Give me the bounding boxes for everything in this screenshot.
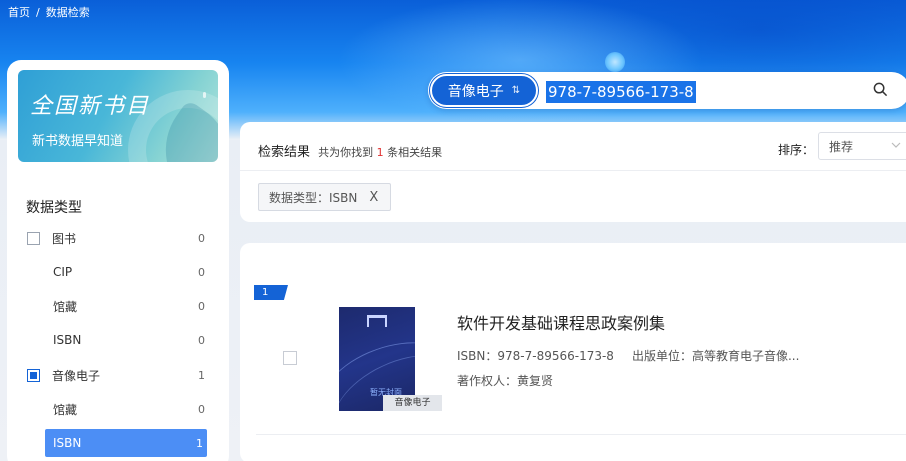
result-card: 1 暂无封面 音像电子 软件开发基础课程思政案例集 ISBN：978-7-895… [240,243,906,461]
filter-item-label: ISBN [53,436,82,450]
results-title: 检索结果 [258,145,311,160]
breadcrumb: 首页 / 数据检索 [8,4,90,20]
filter-checkbox[interactable] [27,231,40,245]
breadcrumb-home[interactable]: 首页 [8,4,30,20]
filter-item-count: 0 [198,402,205,416]
book-isbn: ISBN：978-7-89566-173-8 [457,349,614,363]
promo-logo: 全国新书目 [30,94,151,119]
filter-item-count: 0 [198,333,205,347]
search-input-wrap: 978-7-89566-173-8 [546,78,866,103]
search-type-select[interactable]: 音像电子 ⇅ [430,74,538,107]
filter-item-label: CIP [53,265,73,279]
filter-item-av-isbn[interactable]: ISBN 1 [45,429,207,457]
results-header: 检索结果 共为你找到 1 条相关结果 排序： 推荐 数据类型：ISBN X [240,122,906,222]
result-checkbox[interactable] [283,351,297,365]
search-bar: 音像电子 ⇅ 978-7-89566-173-8 [428,72,906,109]
promo-banner[interactable]: 全国新书目 新书数据早知道 [18,70,218,162]
filter-heading: 数据类型 [26,200,82,216]
search-icon[interactable] [873,82,888,101]
results-title-line: 检索结果 共为你找到 1 条相关结果 [258,141,442,160]
results-count: 1 [376,146,384,159]
cover-type-tag: 音像电子 [383,395,442,411]
filter-item-book-cip[interactable]: CIP 0 [17,258,219,286]
filter-sidebar: 全国新书目 新书数据早知道 数据类型 图书 0 CIP 0 馆藏 0 ISBN … [7,60,229,461]
filter-item-count: 0 [198,299,205,313]
filter-item-label: ISBN [53,333,82,347]
book-title[interactable]: 软件开发基础课程思政案例集 [457,310,665,334]
active-filter-label: 数据类型：ISBN [269,190,358,205]
filter-item-label: 音像电子 [52,368,101,383]
filter-item-av-holdings[interactable]: 馆藏 0 [17,395,219,423]
swap-icon: ⇅ [511,85,521,96]
search-type-label: 音像电子 [447,83,504,100]
sort-label: 排序： [778,143,815,157]
book-author: 著作权人：黄复贤 [457,374,554,388]
breadcrumb-separator: / [36,5,40,19]
filter-item-count: 0 [198,231,205,245]
filter-item-label: 馆藏 [53,299,78,314]
book-publisher: 出版单位：高等教育电子音像... [631,349,800,363]
filter-item-label: 馆藏 [53,402,78,417]
results-summary: 共为你找到 1 条相关结果 [318,146,442,159]
close-icon[interactable]: X [369,190,378,205]
filter-item-book[interactable]: 图书 0 [17,224,219,252]
filter-checkbox[interactable] [27,368,40,382]
filter-item-count: 1 [198,368,205,382]
search-input-selected-text: 978-7-89566-173-8 [546,80,696,103]
filter-item-book-isbn[interactable]: ISBN 0 [17,326,219,354]
filter-item-book-holdings[interactable]: 馆藏 0 [17,292,219,320]
result-index-badge: 1 [254,285,288,300]
filter-item-count: 1 [196,436,203,450]
cover-emblem-icon [367,315,387,327]
results-summary-suffix: 条相关结果 [387,146,443,159]
divider [256,434,906,435]
glow-dot [605,52,625,72]
breadcrumb-current[interactable]: 数据检索 [46,4,90,20]
promo-dot [203,92,206,98]
promo-subtitle: 新书数据早知道 [32,134,124,149]
filter-item-label: 图书 [52,231,77,246]
book-meta: ISBN：978-7-89566-173-8 出版单位：高等教育电子音像... [457,347,799,364]
results-summary-prefix: 共为你找到 [318,146,374,159]
chevron-down-icon [891,140,901,153]
filter-item-count: 0 [198,265,205,279]
sort-select[interactable]: 推荐 [818,132,906,160]
divider [240,170,906,171]
sort-value: 推荐 [829,139,854,154]
active-filter-tag: 数据类型：ISBN X [258,183,392,211]
filter-item-av-electronic[interactable]: 音像电子 1 [17,361,219,389]
